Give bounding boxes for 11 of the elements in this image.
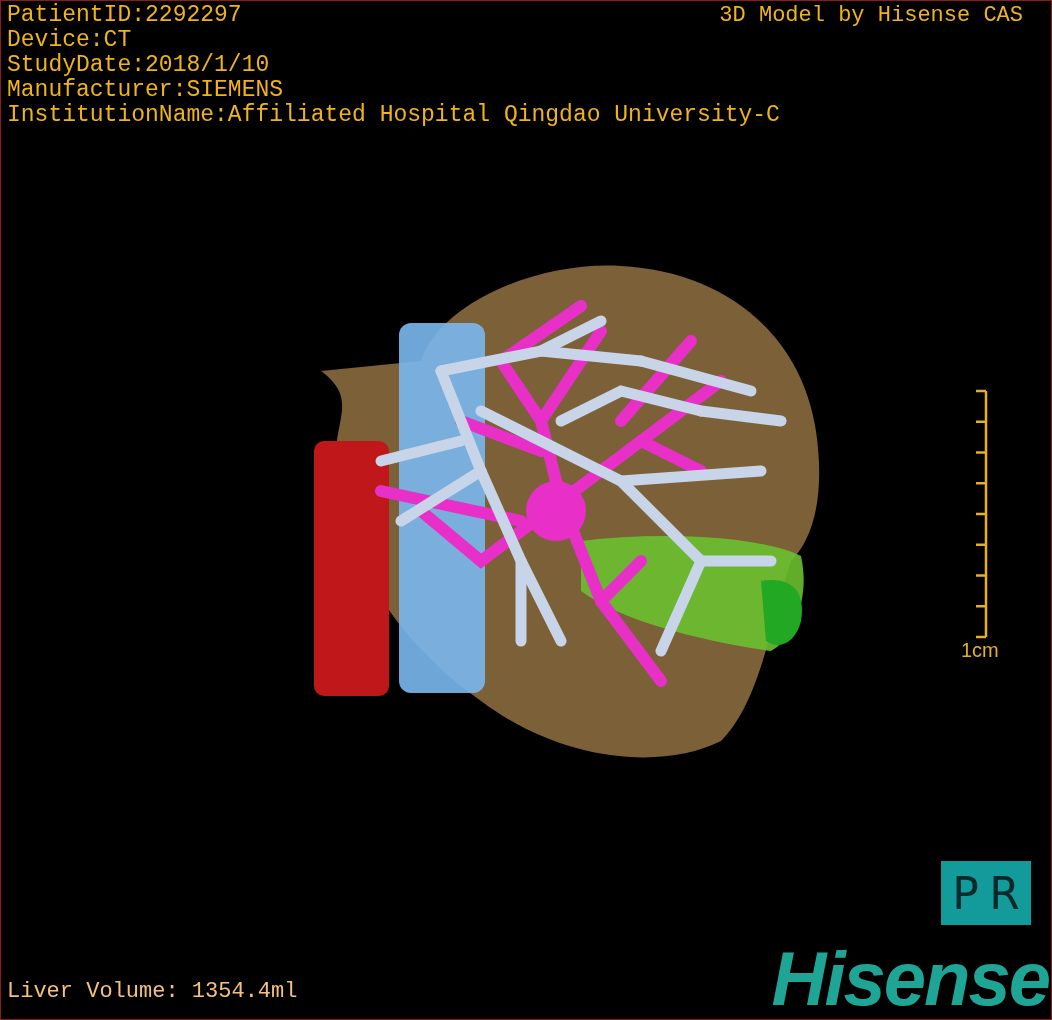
- info-text: PatientID:2292297: [7, 3, 242, 28]
- info-text: InstitutionName:Affiliated Hospital Qingdao University-C: [7, 103, 780, 128]
- info-text: StudyDate:2018/1/10: [7, 53, 270, 78]
- liver-volume-text: Liver Volume: 1354.4ml: [7, 979, 298, 1005]
- model-credit: 3D Model by Hisense CAS: [719, 3, 1023, 28]
- info-text: Manufacturer:SIEMENS: [7, 78, 284, 103]
- orientation-letter: R: [989, 867, 1020, 919]
- scale-label: 1cm: [961, 639, 999, 661]
- brand-logo: Hisense: [771, 941, 1049, 1017]
- info-text: Device:CT: [7, 28, 132, 53]
- orientation-letter: P: [952, 867, 979, 919]
